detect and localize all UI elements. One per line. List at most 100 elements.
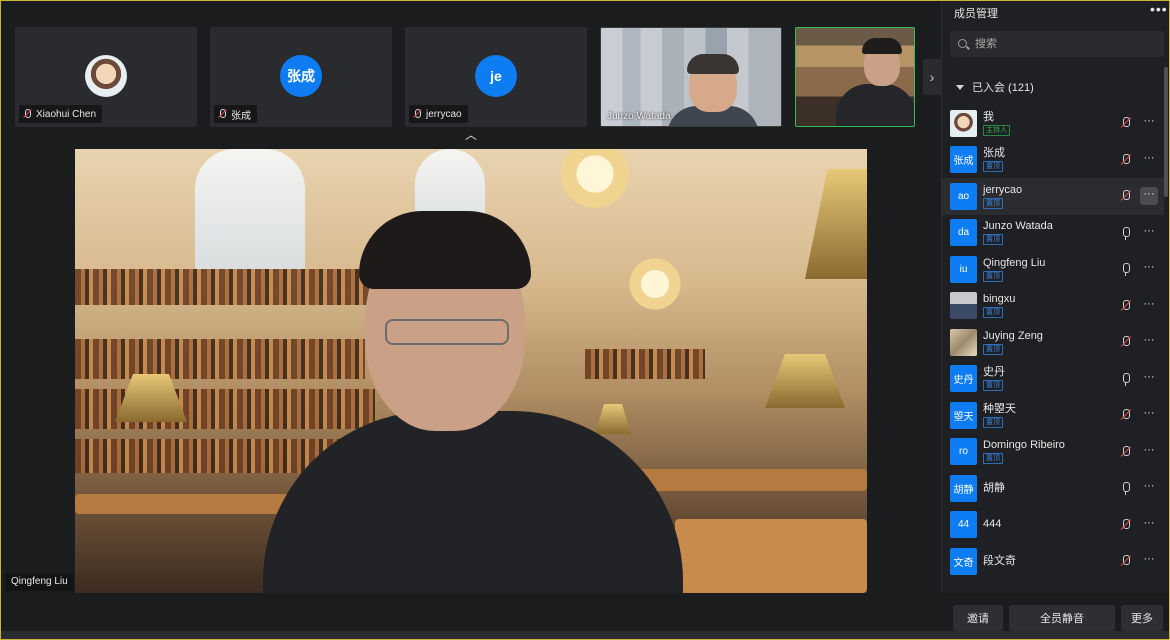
chevron-up-icon[interactable]: ︿ <box>463 129 479 141</box>
thumbnail-zhang-cheng[interactable]: 张成 张成 <box>210 27 392 127</box>
member-name: 444 <box>983 518 1002 531</box>
pinned-badge: 置顶 <box>983 234 1003 246</box>
mic-muted-icon <box>413 109 422 119</box>
mic-icon[interactable] <box>1120 482 1132 495</box>
mute-all-button[interactable]: 全员静音 <box>1009 605 1115 631</box>
avatar: 张成 <box>280 55 322 97</box>
name-tag: jerrycao <box>409 105 468 123</box>
member-row[interactable]: ro Domingo Ribeiro 置顶 ··· <box>942 434 1164 471</box>
mic-muted-icon[interactable] <box>1120 153 1132 167</box>
more-options-icon[interactable]: ··· <box>1140 114 1158 132</box>
more-button[interactable]: 更多 <box>1121 605 1163 631</box>
member-row[interactable]: iu Qingfeng Liu 置顶 ··· <box>942 251 1164 288</box>
video-area: Xiaohui Chen 张成 张成 je jerrycao Junzo Wat… <box>1 1 941 593</box>
pinned-badge: 置顶 <box>983 161 1003 173</box>
pinned-badge: 置顶 <box>983 307 1003 319</box>
mic-muted-icon[interactable] <box>1120 555 1132 568</box>
mic-muted-icon[interactable] <box>1120 299 1132 313</box>
member-row[interactable]: ao jerrycao 置顶 ··· <box>942 178 1164 215</box>
member-row[interactable]: 曌天 种曌天 置顶 ··· <box>942 397 1164 434</box>
avatar: ao <box>950 182 977 210</box>
member-name: 段文奇 <box>983 554 1016 567</box>
mic-icon[interactable] <box>1120 226 1132 240</box>
thumbnail-active-speaker[interactable] <box>795 27 915 127</box>
member-name: jerrycao <box>983 183 1023 196</box>
more-options-icon[interactable]: ··· <box>1140 479 1158 497</box>
mic-muted-icon[interactable] <box>1120 409 1132 422</box>
member-name: Qingfeng Liu <box>983 256 1046 269</box>
member-row[interactable]: Juying Zeng 置顶 ··· <box>942 324 1164 361</box>
group-label: 已入会 (121) <box>972 82 1034 94</box>
avatar <box>950 109 977 137</box>
member-name: Junzo Watada <box>983 220 1053 233</box>
search-input[interactable] <box>975 38 1155 50</box>
mic-muted-icon[interactable] <box>1120 518 1132 532</box>
more-options-icon[interactable]: ··· <box>1140 297 1158 315</box>
chevron-right-icon[interactable]: › <box>923 59 941 95</box>
thumbnail-xiaohui-chen[interactable]: Xiaohui Chen <box>15 27 197 127</box>
mic-icon[interactable] <box>1120 372 1132 386</box>
mic-muted-icon[interactable] <box>1120 190 1132 203</box>
mic-muted-icon[interactable] <box>1120 117 1132 130</box>
avatar: 曌天 <box>950 401 977 429</box>
avatar: 44 <box>950 511 977 539</box>
avatar: iu <box>950 255 977 283</box>
more-options-icon[interactable]: ··· <box>1140 260 1158 278</box>
pinned-badge: 置顶 <box>983 270 1003 282</box>
pinned-badge: 置顶 <box>983 197 1003 209</box>
joined-group-header[interactable]: 已入会 (121) <box>956 79 1034 95</box>
bottom-toolbar: 邀请 全员静音 更多 <box>1 593 1169 639</box>
member-row[interactable]: 史丹 史丹 置顶 ··· <box>942 361 1164 398</box>
member-search[interactable] <box>950 31 1164 57</box>
more-options-icon[interactable]: ••• <box>1150 1 1168 17</box>
more-options-icon[interactable]: ··· <box>1140 552 1158 570</box>
thumbnail-junzo-watada[interactable]: Junzo Watada <box>600 27 782 127</box>
avatar: da <box>950 219 977 247</box>
more-options-icon[interactable]: ··· <box>1140 224 1158 242</box>
more-options-icon[interactable]: ··· <box>1140 443 1158 461</box>
panel-title: 成员管理 <box>954 8 998 20</box>
member-name: 我 <box>983 110 994 123</box>
member-row[interactable]: 44 444 ··· <box>942 507 1164 544</box>
member-name: Domingo Ribeiro <box>983 439 1065 452</box>
participant-name: jerrycao <box>426 108 462 120</box>
member-name: 张成 <box>983 147 1005 160</box>
member-name: bingxu <box>983 293 1016 306</box>
participant-name: Xiaohui Chen <box>36 108 97 120</box>
member-row[interactable]: 我主持人 ··· <box>942 105 1164 142</box>
member-name: 史丹 <box>983 366 1005 379</box>
pinned-badge: 置顶 <box>983 343 1003 355</box>
avatar: je <box>475 55 517 97</box>
name-tag: 张成 <box>214 105 257 123</box>
mic-muted-icon <box>218 109 227 119</box>
participant-name: Junzo Watada <box>607 111 671 122</box>
host-badge: 主持人 <box>983 124 1010 136</box>
member-row[interactable]: 张成 张成 置顶 ··· <box>942 142 1164 179</box>
more-options-icon[interactable]: ··· <box>1140 333 1158 351</box>
glasses <box>385 319 509 345</box>
participant-video <box>796 28 914 126</box>
avatar: 史丹 <box>950 365 977 393</box>
member-row[interactable]: bingxu 置顶 ··· <box>942 288 1164 325</box>
more-options-icon[interactable]: ··· <box>1140 370 1158 388</box>
scrollbar[interactable] <box>1164 67 1168 197</box>
more-options-icon[interactable]: ··· <box>1140 516 1158 534</box>
mic-icon[interactable] <box>1120 263 1132 276</box>
thumbnail-jerrycao[interactable]: je jerrycao <box>405 27 587 127</box>
more-options-icon[interactable]: ··· <box>1140 151 1158 169</box>
member-row[interactable]: 文奇 段文奇 ··· <box>942 543 1164 580</box>
invite-button[interactable]: 邀请 <box>953 605 1003 631</box>
meeting-window: Xiaohui Chen 张成 张成 je jerrycao Junzo Wat… <box>0 0 1170 640</box>
more-options-icon[interactable]: ··· <box>1140 187 1158 205</box>
mic-muted-icon[interactable] <box>1120 336 1132 349</box>
mic-muted-icon[interactable] <box>1120 445 1132 459</box>
pinned-badge: 置顶 <box>983 380 1003 392</box>
member-row[interactable]: da Junzo Watada 置顶 ··· <box>942 215 1164 252</box>
more-options-icon[interactable]: ··· <box>1140 406 1158 424</box>
member-list: 我主持人 ··· 张成 张成 置顶 ··· ao jerrycao 置顶 ··· da Junzo W… <box>942 105 1164 593</box>
avatar <box>950 328 977 356</box>
avatar: 张成 <box>950 146 977 174</box>
name-tag: Xiaohui Chen <box>19 105 103 123</box>
member-row[interactable]: 胡静 胡静 ··· <box>942 470 1164 507</box>
member-name: Juying Zeng <box>983 329 1043 342</box>
